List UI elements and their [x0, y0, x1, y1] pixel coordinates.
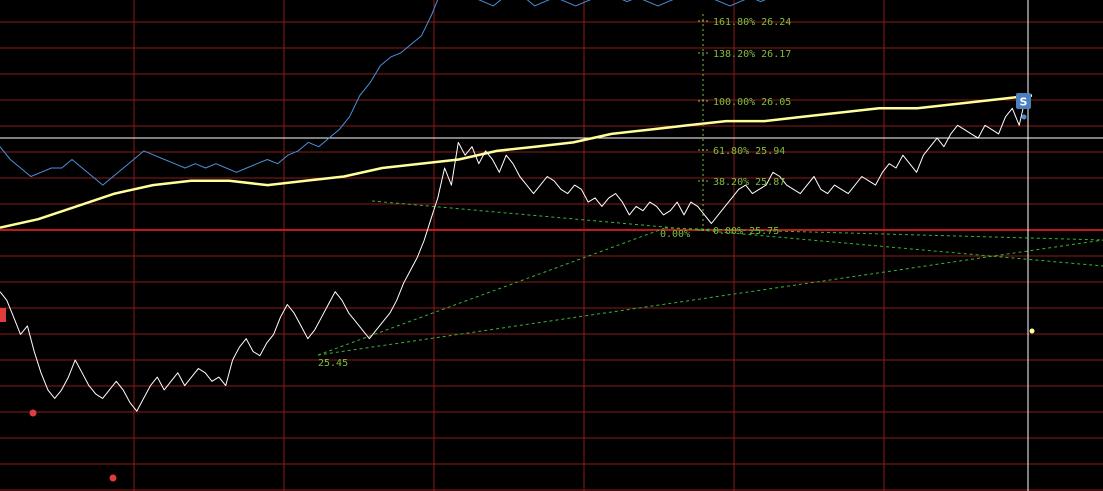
fib-label: 138.20% 26.17	[713, 49, 791, 60]
mid-label: 0.00%	[660, 229, 690, 240]
average-end-dot	[1029, 328, 1035, 334]
fib-label: 61.80% 25.94	[713, 146, 785, 157]
price-chart[interactable]: 161.80% 26.24 138.20% 26.17 100.00% 26.05 6…	[0, 0, 1103, 491]
low-price-label: 25.45	[318, 358, 348, 369]
s-signal-label: S	[1020, 96, 1028, 109]
fib-label: 38.20% 25.87	[713, 177, 785, 188]
fib-label: 0.00% 25.75	[713, 226, 779, 237]
fib-label: 161.80% 26.24	[713, 17, 791, 28]
left-edge-marker	[0, 308, 6, 322]
fib-label: 100.00% 26.05	[713, 97, 791, 108]
signal-dot	[109, 474, 117, 482]
end-point-dot	[1021, 114, 1027, 120]
signal-dot	[29, 409, 37, 417]
